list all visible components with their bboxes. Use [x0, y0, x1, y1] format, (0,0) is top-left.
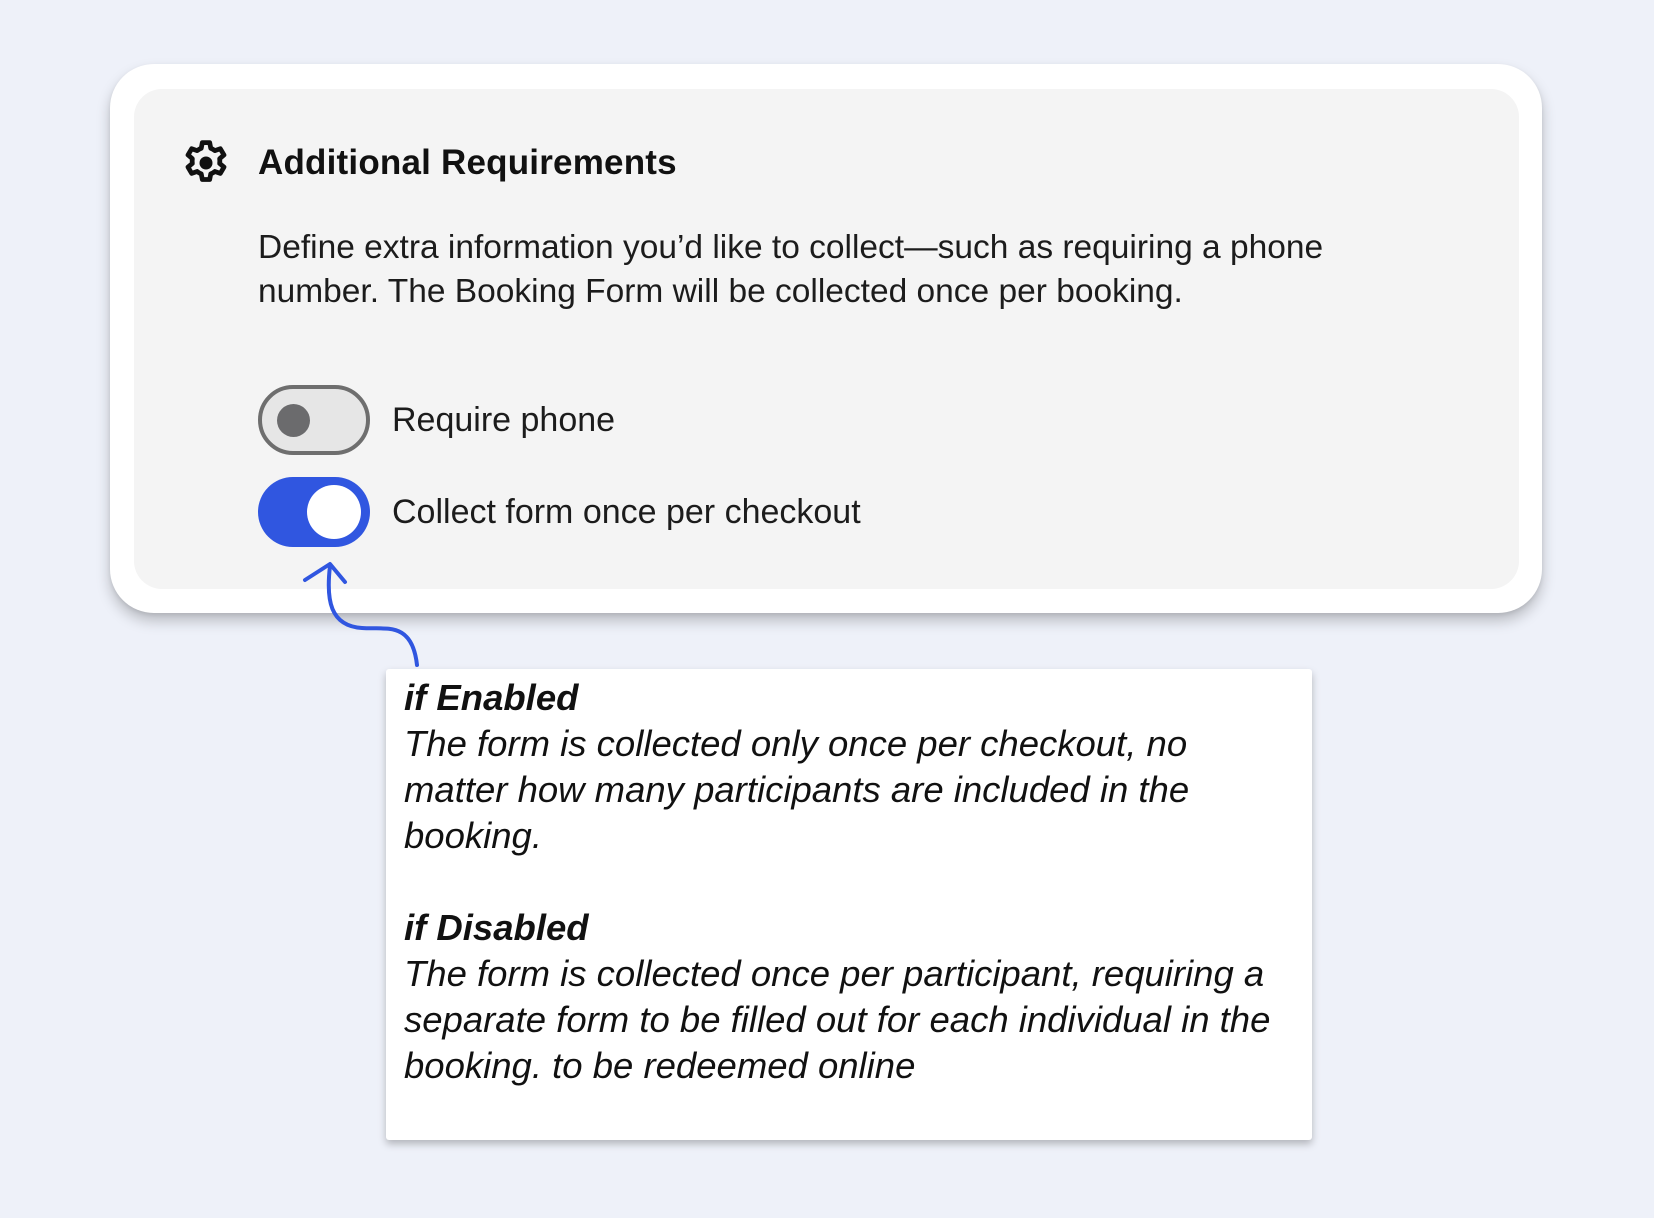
collect-once-option: Collect form once per checkout	[258, 477, 861, 547]
toggle-knob	[277, 404, 310, 437]
toggle-knob	[307, 485, 361, 539]
section-description: Define extra information you’d like to c…	[258, 229, 1324, 310]
disabled-heading: if Disabled	[404, 907, 589, 948]
gear-icon	[185, 140, 227, 182]
section-header: Additional Requirements	[180, 137, 677, 189]
enabled-text: The form is collected only once per chec…	[404, 723, 1190, 856]
require-phone-toggle[interactable]	[258, 385, 370, 455]
collect-once-label: Collect form once per checkout	[392, 492, 861, 531]
annotation-callout: if Enabled The form is collected only on…	[386, 669, 1312, 1140]
enabled-heading: if Enabled	[404, 677, 579, 718]
additional-requirements-panel: Additional Requirements Define extra inf…	[134, 89, 1519, 589]
require-phone-label: Require phone	[392, 400, 616, 439]
require-phone-option: Require phone	[258, 385, 615, 455]
disabled-text: The form is collected once per participa…	[404, 953, 1271, 1086]
collect-once-toggle[interactable]	[258, 477, 370, 547]
settings-card: Additional Requirements Define extra inf…	[110, 64, 1542, 613]
section-title: Additional Requirements	[258, 143, 677, 182]
callout-spacer	[404, 859, 1294, 905]
